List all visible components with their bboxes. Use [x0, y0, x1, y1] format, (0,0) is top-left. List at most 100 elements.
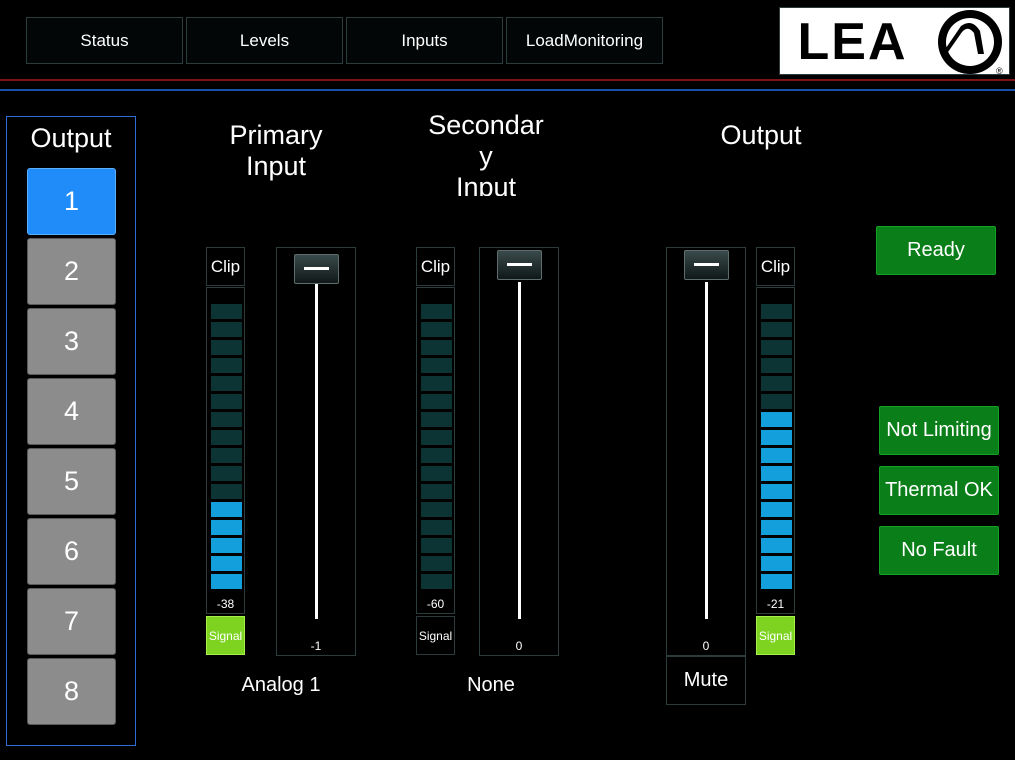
meter-segment — [761, 322, 792, 337]
meter-segment — [761, 556, 792, 571]
meter-segment — [761, 358, 792, 373]
output-level-meter: -21 — [756, 287, 795, 614]
output-fader-knob[interactable] — [684, 250, 729, 280]
primary-level-meter: -38 — [206, 287, 245, 614]
secondary-fader-track — [518, 282, 521, 619]
meter-segment — [211, 520, 242, 535]
primary-fader-value: -1 — [310, 639, 322, 653]
meter-segment — [761, 376, 792, 391]
meter-segment — [761, 430, 792, 445]
mute-button[interactable]: Mute — [666, 656, 746, 705]
tab-load-monitoring[interactable]: LoadMonitoring — [506, 17, 663, 64]
secondary-title-line1: Secondar — [428, 110, 544, 140]
meter-segment — [761, 502, 792, 517]
lea-logo: LEA ® — [779, 7, 1010, 75]
header-divider-red — [0, 79, 1015, 81]
knob-grip — [304, 267, 329, 270]
secondary-fader-knob[interactable] — [497, 250, 542, 280]
primary-fader-track — [315, 282, 318, 619]
primary-fader[interactable]: -1 — [276, 247, 356, 656]
tab-status[interactable]: Status — [26, 17, 183, 64]
knob-grip — [694, 263, 719, 266]
secondary-title-line2: y — [479, 141, 493, 171]
secondary-title-line3: Input — [455, 172, 517, 196]
output-selector-panel: Output 1 2 3 4 5 6 7 8 — [6, 116, 136, 746]
meter-segment — [211, 358, 242, 373]
meter-segment — [211, 412, 242, 427]
meter-segment — [211, 304, 242, 319]
meter-segment — [421, 484, 452, 499]
meter-segment — [421, 538, 452, 553]
meter-segment — [421, 520, 452, 535]
output-button-4[interactable]: 4 — [27, 378, 116, 445]
ready-status-button[interactable]: Ready — [876, 226, 996, 275]
meter-segment — [421, 376, 452, 391]
output-selector-title: Output — [30, 123, 112, 153]
meter-segment — [421, 412, 452, 427]
primary-fader-knob[interactable] — [294, 254, 339, 284]
secondary-meter-value: -60 — [426, 597, 445, 611]
meter-segment — [211, 448, 242, 463]
secondary-source-label: None — [467, 674, 515, 696]
meter-segment — [421, 556, 452, 571]
tab-levels[interactable]: Levels — [186, 17, 343, 64]
output-signal-indicator: Signal — [756, 616, 795, 655]
tab-inputs[interactable]: Inputs — [346, 17, 503, 64]
fault-status-badge: No Fault — [879, 526, 999, 575]
meter-segment — [761, 466, 792, 481]
meter-segment — [211, 502, 242, 517]
meter-segment — [211, 484, 242, 499]
output-button-1[interactable]: 1 — [27, 168, 116, 235]
meter-segment — [761, 412, 792, 427]
output-button-6[interactable]: 6 — [27, 518, 116, 585]
output-fader[interactable]: 0 — [666, 247, 746, 656]
limiting-status-badge: Not Limiting — [879, 406, 999, 455]
output-button-3[interactable]: 3 — [27, 308, 116, 375]
thermal-status-badge: Thermal OK — [879, 466, 999, 515]
secondary-input-title: Secondar y Input — [406, 110, 566, 196]
meter-segment — [211, 394, 242, 409]
secondary-level-meter: -60 — [416, 287, 455, 614]
meter-segment — [421, 304, 452, 319]
meter-segment — [211, 322, 242, 337]
secondary-clip-indicator: Clip — [416, 247, 455, 286]
meter-segment — [421, 466, 452, 481]
meter-segment — [211, 376, 242, 391]
output-button-7[interactable]: 7 — [27, 588, 116, 655]
primary-meter-value: -38 — [216, 597, 235, 611]
header-divider-blue — [0, 89, 1015, 91]
meter-segment — [421, 358, 452, 373]
secondary-fader[interactable]: 0 — [479, 247, 559, 656]
meter-segment — [421, 448, 452, 463]
meter-segment — [211, 466, 242, 481]
primary-signal-indicator: Signal — [206, 616, 245, 655]
meter-segment — [761, 448, 792, 463]
output-button-2[interactable]: 2 — [27, 238, 116, 305]
meter-segment — [761, 538, 792, 553]
primary-input-title: Primary Input — [196, 120, 356, 182]
meter-segment — [211, 538, 242, 553]
meter-segment — [211, 556, 242, 571]
logo-wordmark: LEA — [797, 13, 908, 71]
output-fader-track — [705, 282, 708, 619]
lea-circle-mark-icon: ® — [938, 10, 1003, 75]
secondary-signal-indicator: Signal — [416, 616, 455, 655]
output-title: Output — [720, 120, 802, 150]
output-fader-value: 0 — [702, 639, 710, 653]
meter-segment — [761, 394, 792, 409]
output-button-5[interactable]: 5 — [27, 448, 116, 515]
meter-segment — [211, 574, 242, 589]
meter-segment — [761, 574, 792, 589]
primary-title-line2: Input — [245, 151, 307, 181]
knob-grip — [507, 263, 532, 266]
meter-segment — [211, 430, 242, 445]
meter-segment — [761, 340, 792, 355]
meter-segment — [421, 322, 452, 337]
meter-segment — [211, 340, 242, 355]
meter-segment — [421, 340, 452, 355]
output-button-8[interactable]: 8 — [27, 658, 116, 725]
output-meter-value: -21 — [766, 597, 785, 611]
registered-mark: ® — [996, 66, 1003, 75]
meter-segment — [761, 484, 792, 499]
meter-segment — [421, 574, 452, 589]
